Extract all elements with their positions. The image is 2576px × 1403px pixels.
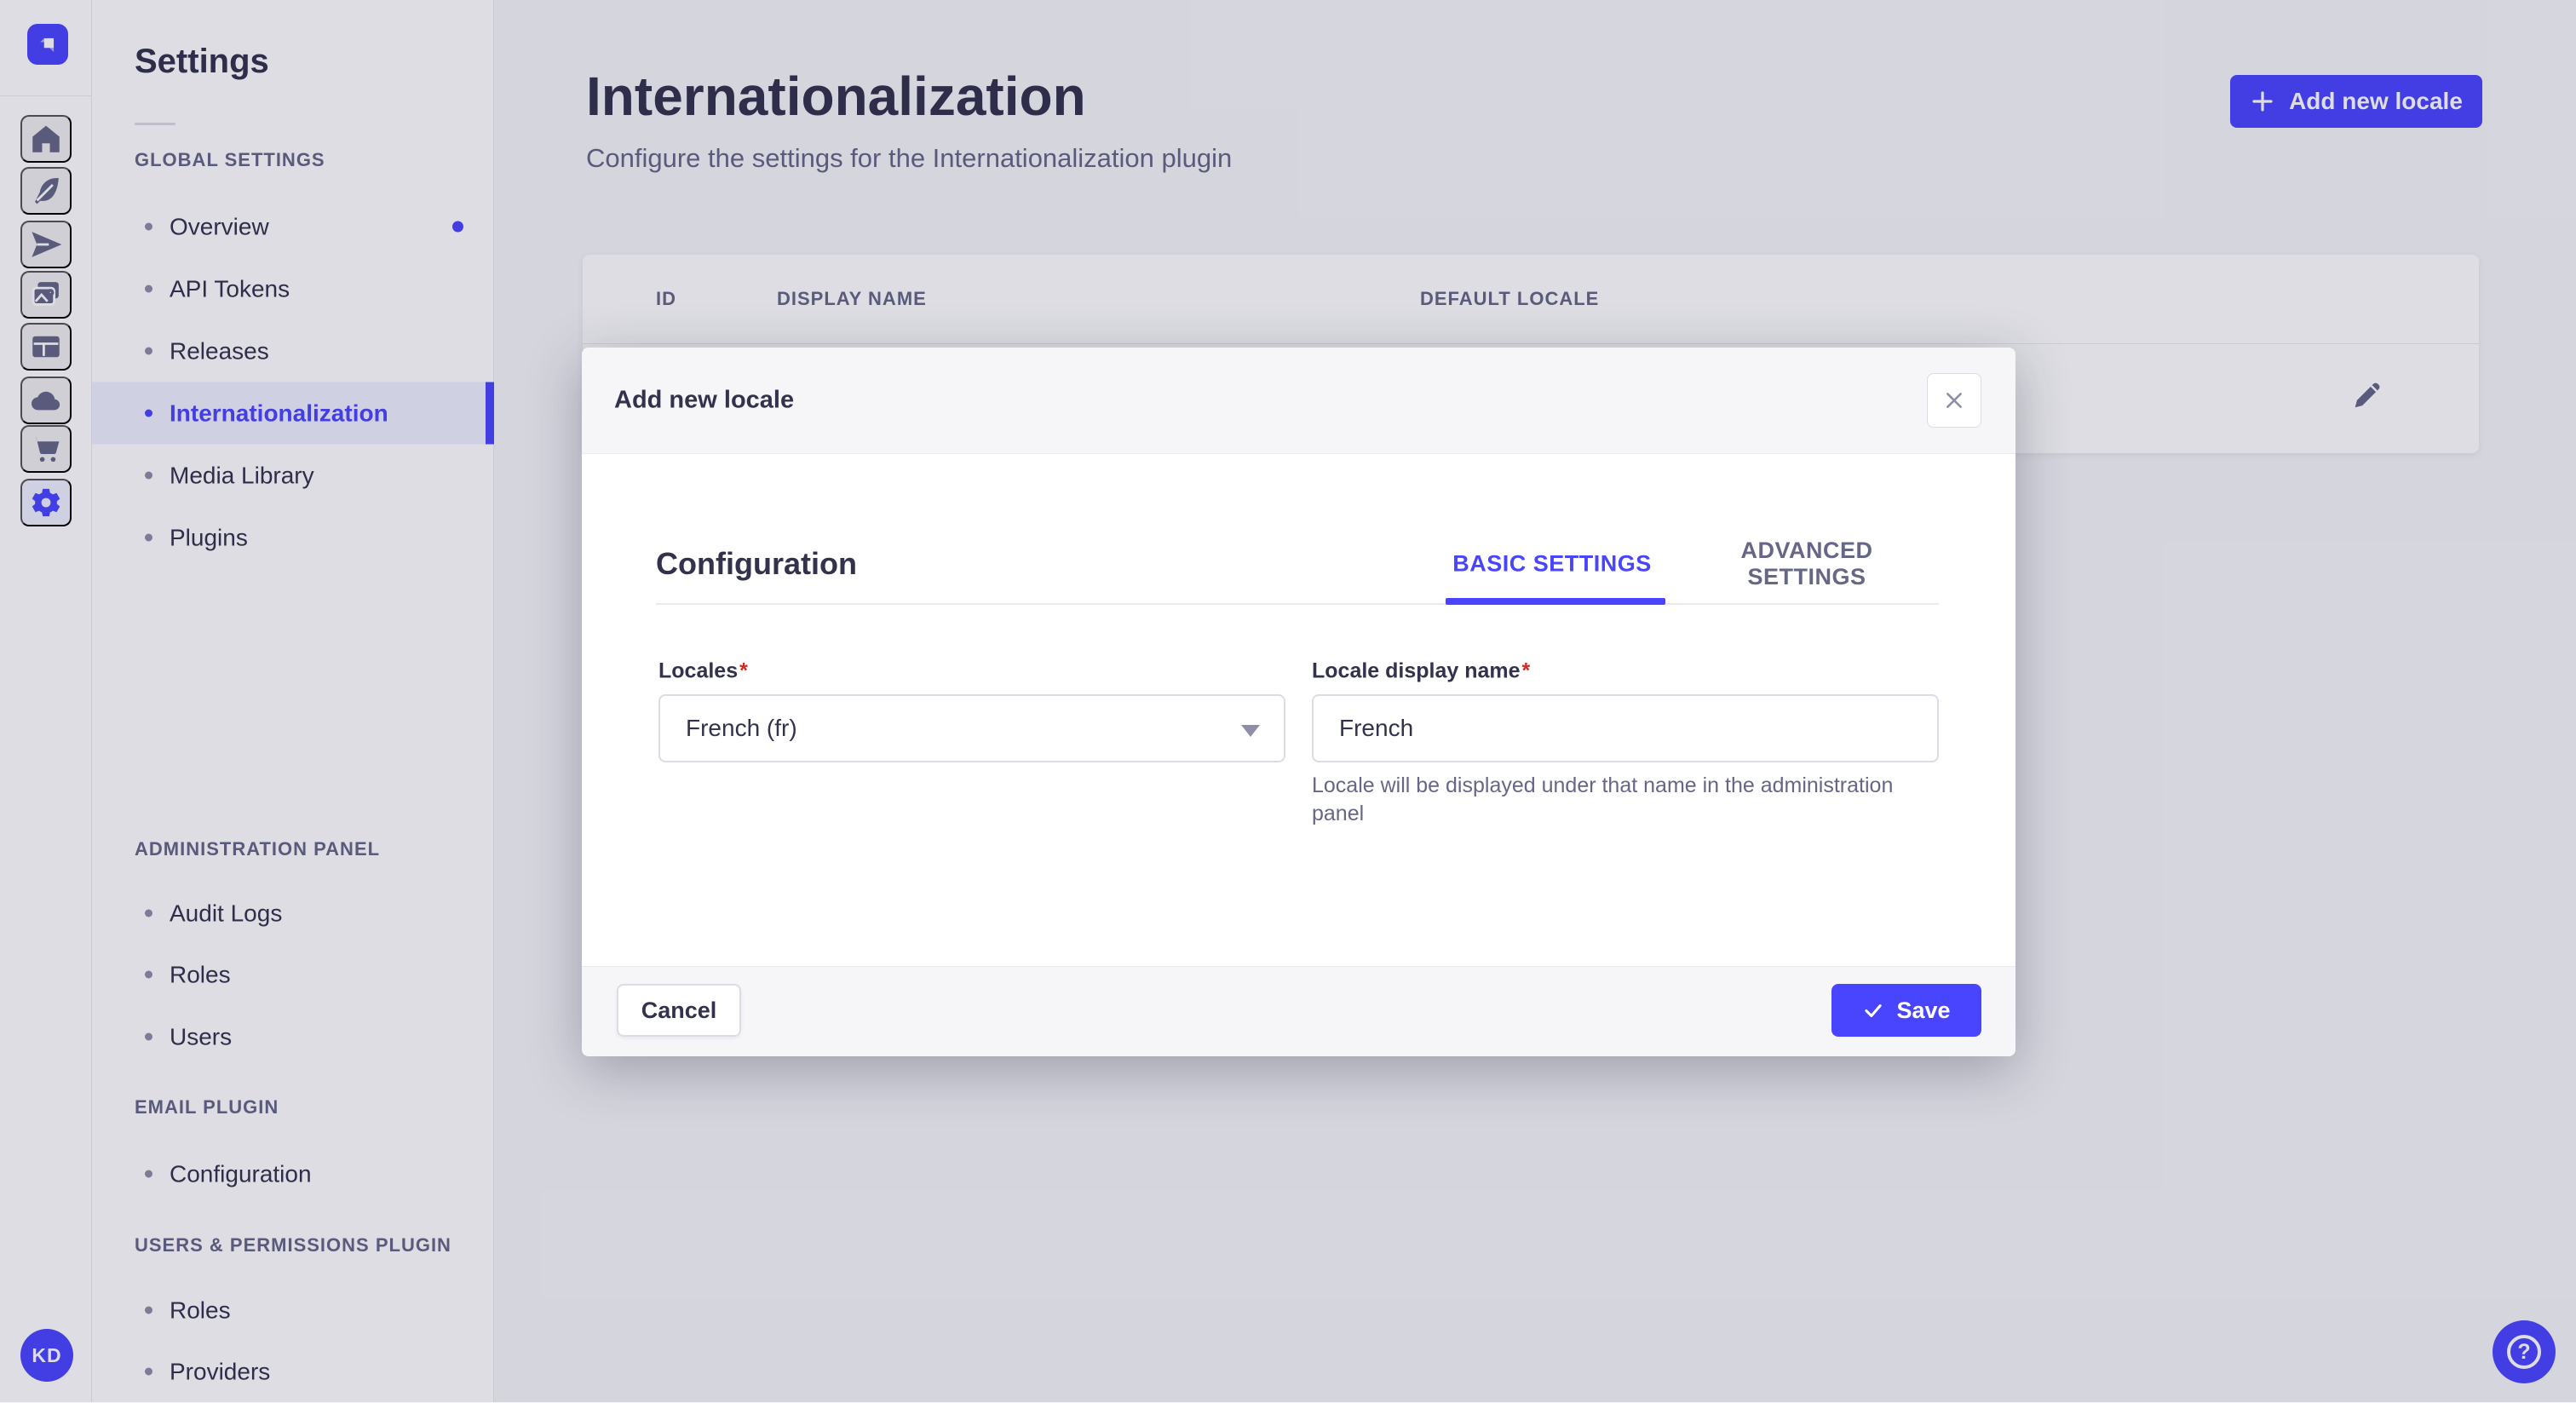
tab-advanced-settings[interactable]: ADVANCED SETTINGS [1703,538,1912,590]
cancel-button[interactable]: Cancel [617,984,741,1037]
required-asterisk: * [1521,658,1531,683]
tab-basic-settings[interactable]: BASIC SETTINGS [1452,551,1652,578]
required-asterisk: * [739,658,748,683]
tabs-divider [656,603,1939,605]
locales-select-value: French (fr) [686,715,797,741]
locales-label: Locales* [658,658,748,683]
modal-footer: Cancel Save [582,966,2015,1056]
modal-header: Add new locale [582,348,2015,454]
display-name-helper-text: Locale will be displayed under that name… [1312,773,1894,825]
locales-select[interactable]: French (fr) [658,694,1285,762]
chevron-down-icon [1241,725,1260,737]
add-new-locale-modal: Add new locale Configuration BASIC SETTI… [582,348,2015,1056]
check-icon [1865,1004,1883,1018]
modal-title: Add new locale [614,386,795,414]
save-button[interactable]: Save [1831,984,1981,1037]
close-icon[interactable] [1927,373,1981,428]
locale-display-name-input[interactable] [1312,694,1939,762]
active-tab-underline [1446,598,1665,605]
modal-section-title: Configuration [656,546,857,581]
display-name-label: Locale display name* [1312,658,1531,683]
